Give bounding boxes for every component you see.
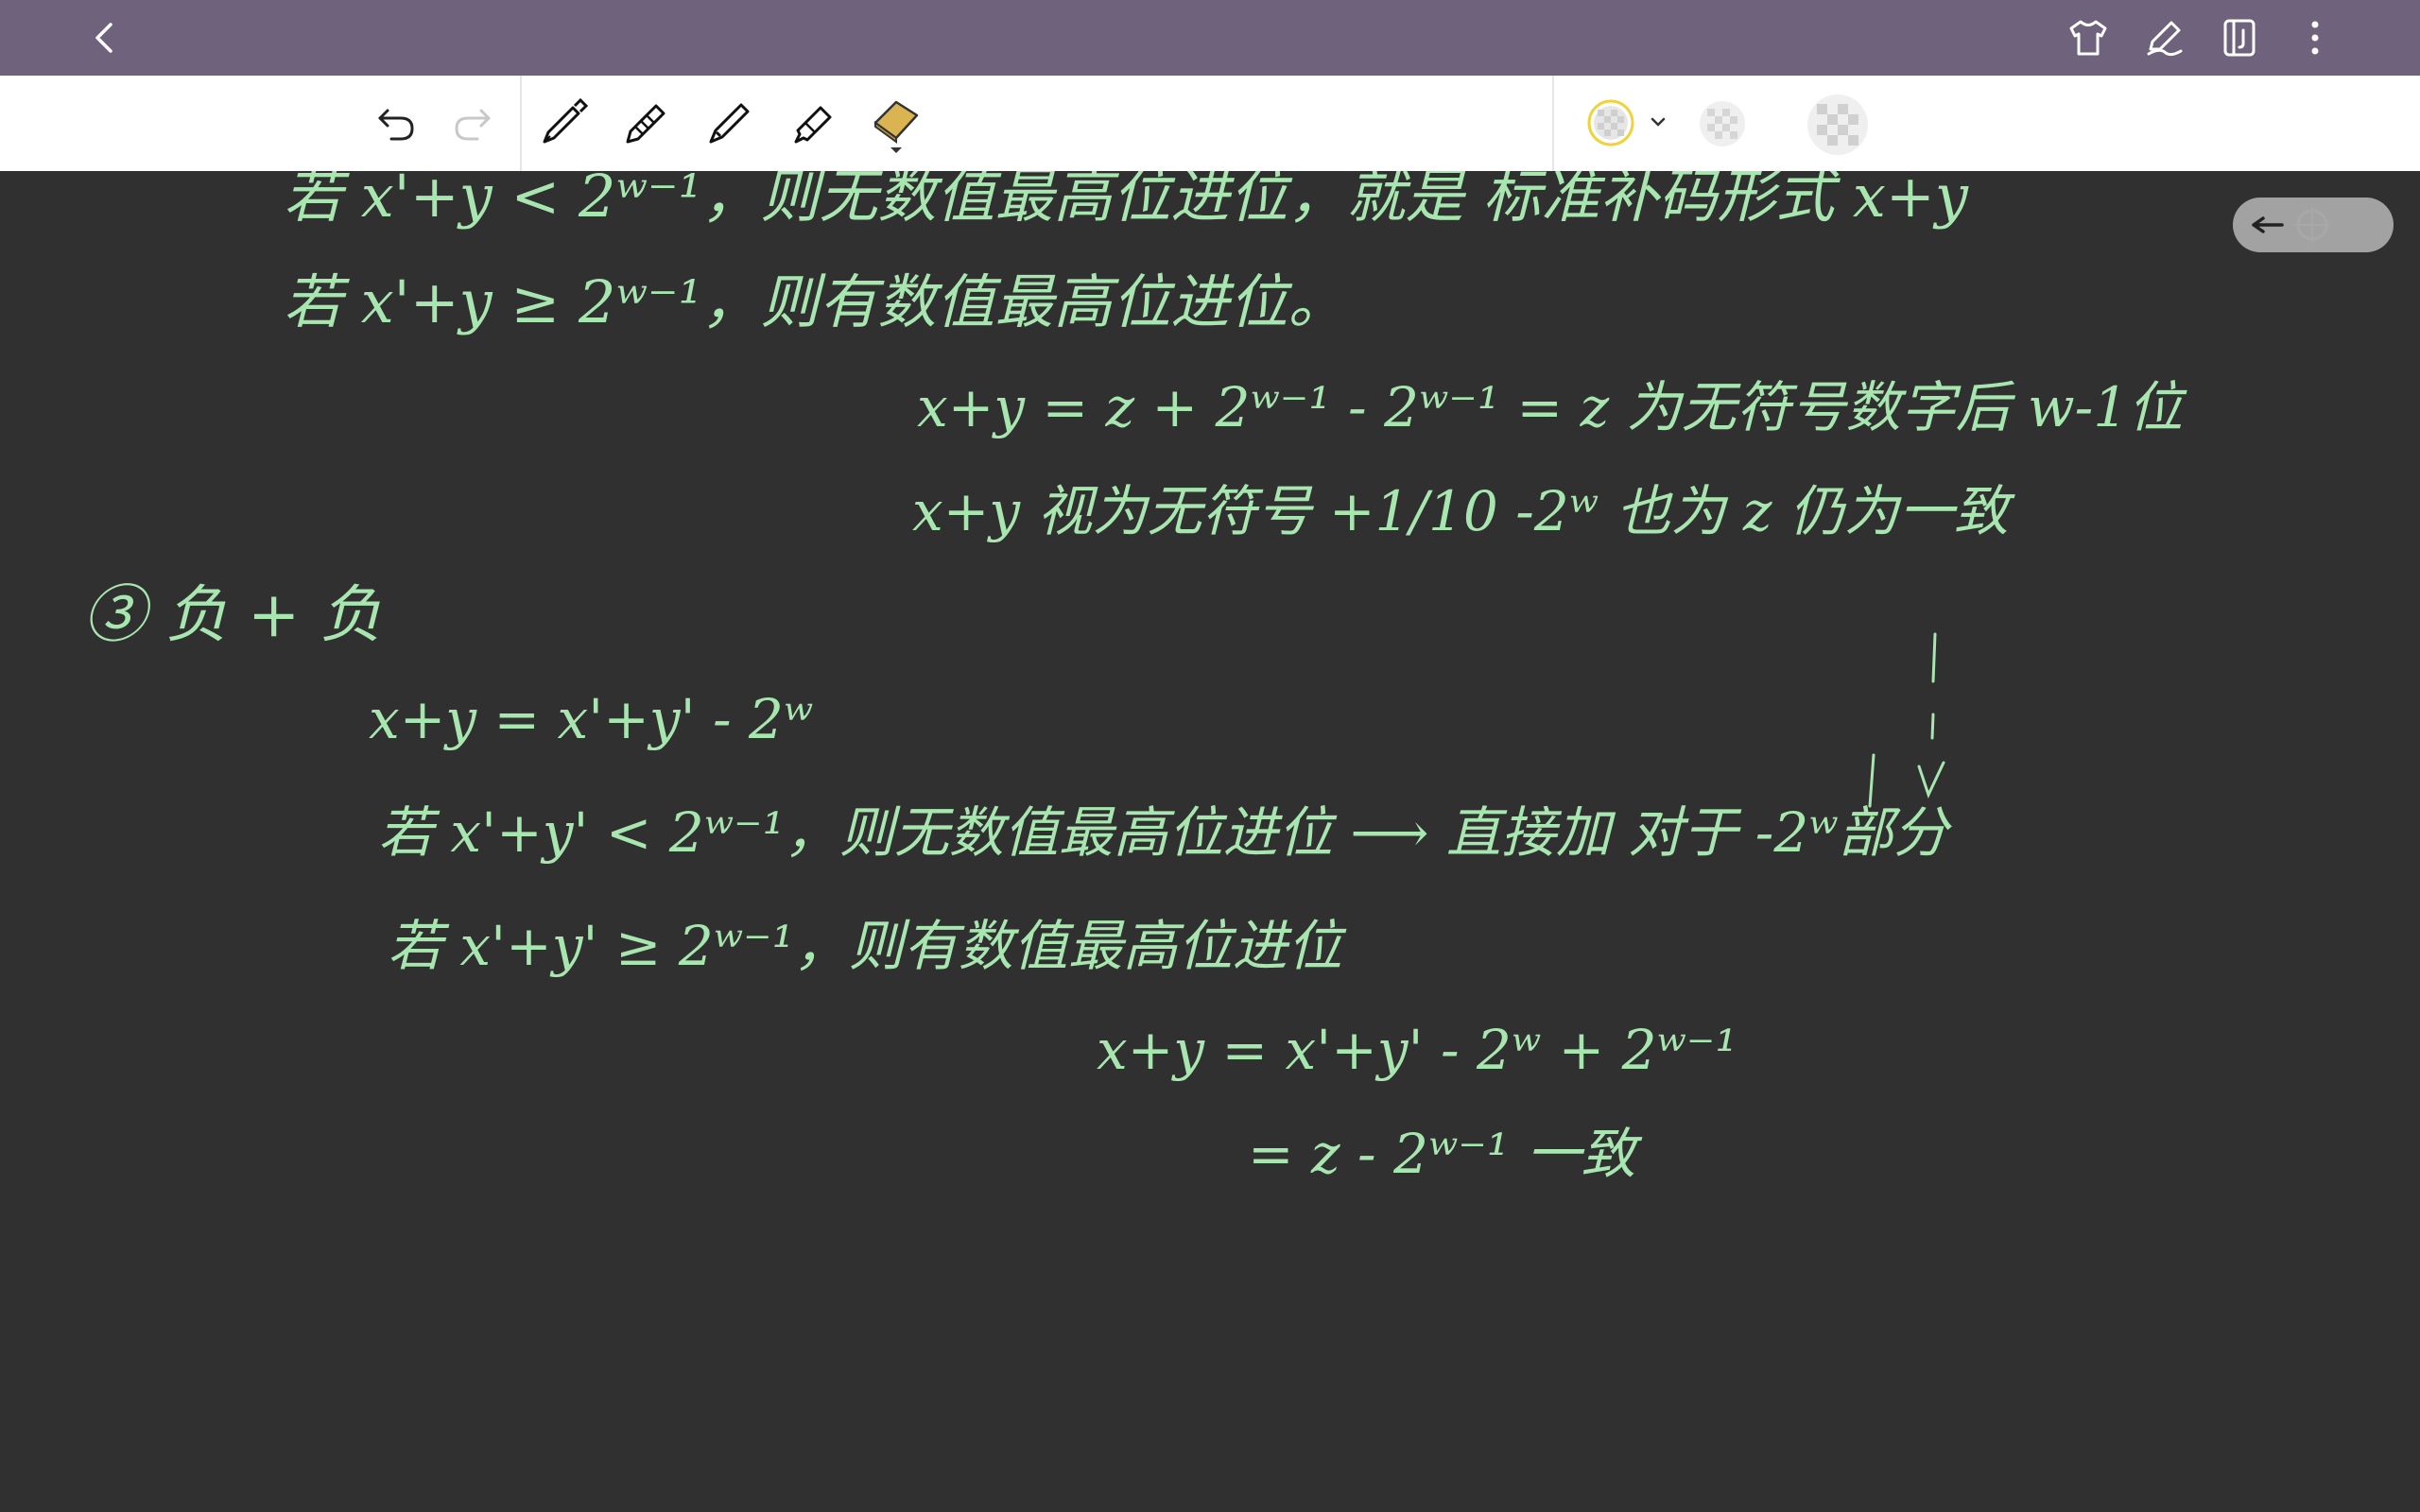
note-canvas[interactable]: 若 x'+y < 2ʷ⁻¹，则无数值最高位进位，就是 标准补码形式 x+y 若 … (0, 171, 2420, 1512)
highlighter-icon[interactable] (785, 94, 841, 151)
redo-icon[interactable] (448, 98, 497, 147)
opacity-swatch-icon[interactable] (1697, 98, 1748, 149)
note-line-9: x+y = x'+y' - 2ʷ + 2ʷ⁻¹ (1097, 1018, 1737, 1082)
pen-edit-icon[interactable] (2141, 15, 2187, 60)
top-app-bar (0, 0, 2420, 76)
shirt-icon[interactable] (2066, 15, 2111, 60)
note-line-8: 若 x'+y' ≥ 2ʷ⁻¹，则有数值最高位进位 (388, 914, 1347, 978)
pencil-icon[interactable] (618, 94, 675, 151)
note-line-7: 若 x'+y' < 2ʷ⁻¹，则无数值最高位进位 ⟶ 直接加 对于 -2ʷ部分 (378, 800, 1953, 865)
note-line-2: 若 x'+y ≥ 2ʷ⁻¹，则有数值最高位进位。 (284, 267, 1347, 336)
note-line-10: = z - 2ʷ⁻¹ 一致 (1248, 1122, 1643, 1186)
ballpoint-pen-icon[interactable] (701, 94, 758, 151)
pen-toolbar (0, 76, 2420, 171)
color-picker-selected[interactable] (1581, 96, 1666, 149)
arrow-left-icon (2252, 216, 2284, 233)
note-line-6: x+y = x'+y' - 2ʷ (369, 687, 813, 751)
toolbar-divider-right (1552, 76, 1554, 171)
note-line-5: ③ 负 + 负 (83, 578, 382, 651)
note-line-1: 若 x'+y < 2ʷ⁻¹，则无数值最高位进位，就是 标准补码形式 x+y (284, 171, 1969, 231)
undo-icon[interactable] (372, 98, 421, 147)
note-line-4: x+y 视为无符号 +1/10 -2ʷ 也为 z 仍为一致 (912, 479, 2015, 543)
fountain-pen-icon[interactable] (535, 94, 592, 151)
back-chevron-icon[interactable] (81, 15, 127, 60)
note-line-3: x+y = z + 2ʷ⁻¹ - 2ʷ⁻¹ = z 为无符号数字后 w-1位 (917, 375, 2187, 439)
transparent-swatch-icon[interactable] (1806, 93, 1870, 157)
eraser-icon[interactable] (868, 93, 925, 153)
floating-toolbar-handle[interactable] (2233, 198, 2394, 252)
more-vertical-icon[interactable] (2292, 15, 2338, 60)
toolbar-divider (520, 76, 522, 171)
book-icon[interactable] (2217, 15, 2262, 60)
down-arrow-mark (1868, 632, 1945, 808)
